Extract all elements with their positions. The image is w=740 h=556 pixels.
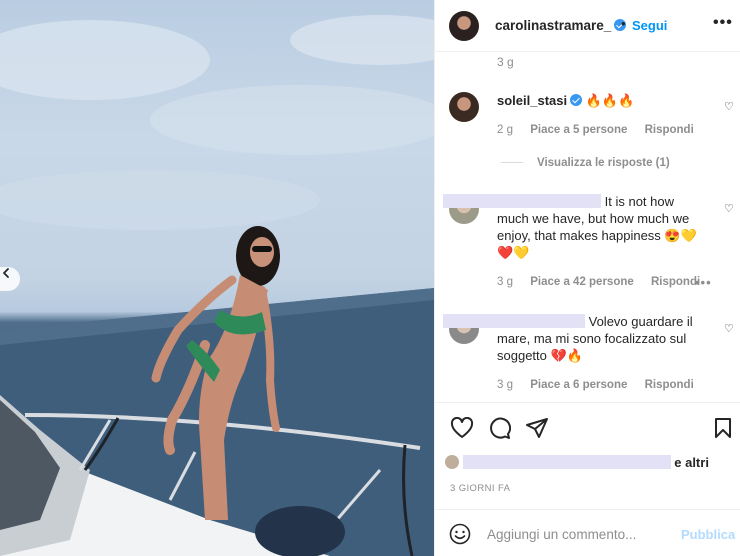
- bookmark-icon[interactable]: [713, 417, 733, 439]
- reply-button[interactable]: Rispondi: [645, 379, 694, 391]
- commenter-avatar[interactable]: [449, 92, 479, 122]
- liker-avatar: [445, 455, 459, 469]
- chevron-left-icon: [3, 268, 9, 278]
- post-header: carolinastramare_ • Segui •••: [435, 0, 740, 52]
- reply-button[interactable]: Rispondi: [645, 124, 694, 136]
- comment-meta: 3 g Piace a 42 persone Rispondi: [497, 276, 714, 288]
- post-side-panel: carolinastramare_ • Segui ••• 3 g soleil…: [434, 0, 740, 556]
- comment-time: 3 g: [497, 379, 513, 391]
- add-comment-bar: Pubblica: [435, 509, 740, 556]
- post-actions-bar: [435, 402, 740, 450]
- likes-summary[interactable]: e altri: [445, 455, 709, 470]
- comment-body: soleil_stasi 🔥🔥🔥: [497, 92, 717, 109]
- photo-illustration: [0, 15, 434, 556]
- post-photo[interactable]: [0, 0, 434, 556]
- heart-icon[interactable]: [450, 417, 474, 439]
- comment-text-line1: Volevo guardare il: [588, 314, 693, 329]
- comment-text-continued: much we have, but how much we enjoy, tha…: [497, 211, 697, 260]
- comment-time: 3 g: [497, 276, 513, 288]
- comment-text-line1: It is not how: [604, 194, 674, 209]
- comments-list[interactable]: 3 g soleil_stasi 🔥🔥🔥 ♡ 2 g Piace a 5 per…: [435, 52, 740, 402]
- comment-like-heart-icon[interactable]: ♡: [724, 100, 734, 113]
- comment-input[interactable]: [487, 523, 667, 545]
- comment-like-heart-icon[interactable]: ♡: [724, 202, 734, 215]
- redacted-username: [443, 194, 601, 208]
- comment-meta: 2 g Piace a 5 persone Rispondi: [497, 124, 708, 136]
- comment-more-icon[interactable]: •••: [695, 275, 712, 290]
- commenter-username[interactable]: soleil_stasi: [497, 93, 567, 108]
- comment-meta: 3 g Piace a 6 persone Rispondi: [497, 379, 708, 391]
- comment-likes-count[interactable]: Piace a 5 persone: [530, 124, 627, 136]
- comment-icon[interactable]: [487, 417, 511, 439]
- share-icon[interactable]: [525, 417, 549, 439]
- comment-like-heart-icon[interactable]: ♡: [724, 322, 734, 335]
- post-date: 3 GIORNI FA: [450, 483, 511, 494]
- comment-likes-count[interactable]: Piace a 42 persone: [530, 276, 634, 288]
- emoji-icon[interactable]: [449, 523, 471, 545]
- more-options-icon[interactable]: •••: [713, 14, 733, 32]
- caption-time: 3 g: [497, 55, 514, 69]
- comment-text-continued: mare, ma mi sono focalizzato sul soggett…: [497, 331, 687, 363]
- comment-text: 🔥🔥🔥: [585, 93, 635, 108]
- follow-button[interactable]: Segui: [632, 18, 667, 33]
- author-username[interactable]: carolinastramare_: [495, 18, 627, 33]
- likes-others-text[interactable]: e altri: [674, 455, 709, 470]
- separator-dot: •: [621, 16, 626, 31]
- reply-button[interactable]: Rispondi: [651, 276, 700, 288]
- redacted-username: [443, 314, 585, 328]
- comment-body: It is not how: [443, 193, 705, 210]
- view-replies-button[interactable]: Visualizza le risposte (1): [501, 157, 670, 169]
- redacted-liker-name: [462, 455, 671, 469]
- verified-badge-icon: [570, 94, 583, 106]
- comment-likes-count[interactable]: Piace a 6 persone: [530, 379, 627, 391]
- publish-button[interactable]: Pubblica: [681, 527, 735, 542]
- comment-body: Volevo guardare il: [443, 313, 713, 330]
- author-username-text[interactable]: carolinastramare_: [495, 18, 611, 33]
- comment-time: 2 g: [497, 124, 513, 136]
- author-avatar[interactable]: [449, 11, 479, 41]
